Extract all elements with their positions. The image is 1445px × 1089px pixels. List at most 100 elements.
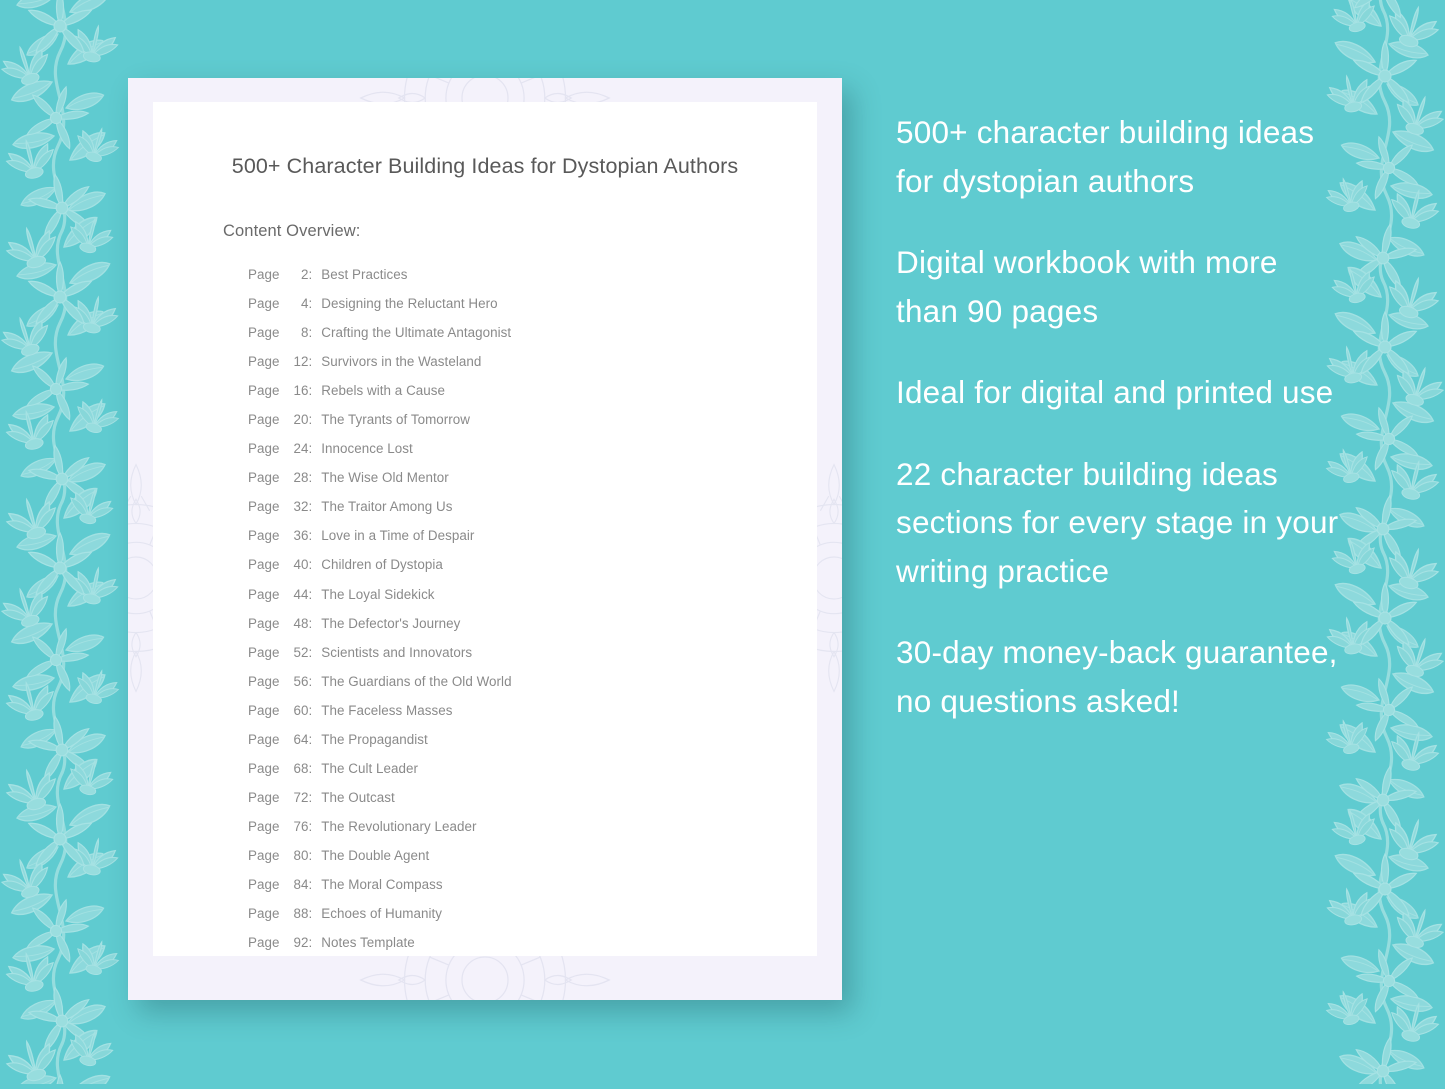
toc-page-number: 52 bbox=[293, 644, 309, 660]
toc-colon: : bbox=[308, 702, 313, 718]
toc-page-number: 56 bbox=[293, 673, 309, 689]
toc-colon: : bbox=[308, 731, 313, 747]
toc-entry-title: Children of Dystopia bbox=[321, 557, 443, 573]
toc-page-number: 2 bbox=[300, 267, 309, 282]
toc-page-word: Page bbox=[248, 383, 280, 399]
toc-colon: : bbox=[308, 470, 313, 486]
toc-entry-title: The Traitor Among Us bbox=[321, 499, 453, 515]
toc-page-word: Page bbox=[248, 354, 280, 370]
toc-colon: : bbox=[308, 935, 313, 951]
toc-colon: : bbox=[308, 906, 313, 922]
toc-entry: Page 20: The Tyrants of Tomorrow bbox=[248, 405, 817, 434]
toc-entry: Page 16: Rebels with a Cause bbox=[248, 376, 817, 405]
toc-page-word: Page bbox=[248, 615, 280, 631]
toc-page-number: 44 bbox=[293, 586, 309, 602]
table-of-contents: Page 2: Best Practices Page 4: Designing the … bbox=[153, 241, 817, 956]
toc-colon: : bbox=[308, 673, 313, 689]
toc-page-word: Page bbox=[248, 470, 280, 486]
toc-entry-title: Echoes of Humanity bbox=[321, 906, 442, 922]
toc-page-word: Page bbox=[248, 267, 280, 282]
toc-entry-title: Scientists and Innovators bbox=[321, 644, 473, 660]
toc-entry: Page 52: Scientists and Innovators bbox=[248, 638, 817, 667]
toc-entry-title: Innocence Lost bbox=[321, 441, 413, 457]
toc-entry-title: Notes Template bbox=[321, 935, 415, 951]
toc-colon: : bbox=[308, 528, 313, 544]
toc-entry: Page 60: The Faceless Masses bbox=[248, 696, 817, 725]
toc-entry-title: Best Practices bbox=[321, 267, 408, 282]
toc-entry: Page 56: The Guardians of the Old World bbox=[248, 667, 817, 696]
toc-page-word: Page bbox=[248, 935, 280, 951]
floral-vine-border-left bbox=[0, 0, 130, 1084]
toc-colon: : bbox=[308, 847, 313, 863]
toc-entry: Page 8: Crafting the Ultimate Antagonist bbox=[248, 318, 817, 347]
toc-page-number: 80 bbox=[293, 847, 309, 863]
toc-page-word: Page bbox=[248, 818, 280, 834]
toc-colon: : bbox=[308, 296, 313, 312]
promo-item: 500+ character building ideas for dystop… bbox=[896, 114, 1315, 199]
toc-page-word: Page bbox=[248, 528, 280, 544]
toc-entry: Page 84: The Moral Compass bbox=[248, 870, 817, 899]
toc-colon: : bbox=[308, 325, 313, 341]
toc-entry-title: Designing the Reluctant Hero bbox=[321, 296, 498, 312]
toc-entry-title: The Double Agent bbox=[321, 847, 430, 863]
toc-entry-title: Love in a Time of Despair bbox=[321, 528, 475, 544]
toc-page-number: 48 bbox=[293, 615, 309, 631]
toc-entry-title: The Guardians of the Old World bbox=[321, 673, 512, 689]
promo-item: Ideal for digital and printed use bbox=[896, 374, 1334, 410]
toc-colon: : bbox=[308, 412, 313, 428]
toc-colon: : bbox=[308, 644, 313, 660]
toc-entry: Page 88: Echoes of Humanity bbox=[248, 899, 817, 928]
toc-entry: Page 28: The Wise Old Mentor bbox=[248, 463, 817, 492]
toc-colon: : bbox=[308, 383, 313, 399]
toc-page-word: Page bbox=[248, 760, 280, 776]
toc-page-number: 92 bbox=[293, 935, 309, 951]
toc-page-word: Page bbox=[248, 325, 280, 341]
toc-page-word: Page bbox=[248, 789, 280, 805]
toc-page-number: 64 bbox=[293, 731, 309, 747]
toc-page-number: 24 bbox=[293, 441, 309, 457]
toc-entry-title: Crafting the Ultimate Antagonist bbox=[321, 325, 512, 341]
toc-entry-title: The Propagandist bbox=[321, 731, 428, 747]
toc-colon: : bbox=[308, 818, 313, 834]
toc-entry-title: The Faceless Masses bbox=[321, 702, 453, 718]
toc-entry: Page 12: Survivors in the Wasteland bbox=[248, 347, 817, 376]
toc-colon: : bbox=[308, 760, 313, 776]
toc-entry: Page 24: Innocence Lost bbox=[248, 434, 817, 463]
toc-page-word: Page bbox=[248, 296, 280, 312]
toc-entry: Page 48: The Defector's Journey bbox=[248, 609, 817, 638]
toc-entry-title: The Outcast bbox=[321, 789, 395, 805]
toc-entry: Page 80: The Double Agent bbox=[248, 841, 817, 870]
toc-colon: : bbox=[308, 557, 313, 573]
toc-page-word: Page bbox=[248, 847, 280, 863]
toc-page-number: 20 bbox=[293, 412, 309, 428]
toc-page-word: Page bbox=[248, 673, 280, 689]
document-preview-card[interactable]: 500+ Character Building Ideas for Dystop… bbox=[128, 78, 842, 1000]
toc-page-number: 84 bbox=[293, 876, 309, 892]
toc-entry: Page 36: Love in a Time of Despair bbox=[248, 521, 817, 550]
toc-entry-title: The Cult Leader bbox=[321, 760, 419, 776]
promo-item: 30-day money-back guarantee, no question… bbox=[896, 634, 1338, 719]
toc-colon: : bbox=[308, 441, 313, 457]
promo-feature-list: 500+ character building ideas for dystop… bbox=[896, 108, 1348, 725]
toc-page-number: 36 bbox=[293, 528, 309, 544]
toc-entry: Page 44: The Loyal Sidekick bbox=[248, 580, 817, 609]
promo-item: 22 character building ideas sections for… bbox=[896, 455, 1339, 589]
toc-page-word: Page bbox=[248, 702, 280, 718]
toc-entry-title: Rebels with a Cause bbox=[321, 383, 446, 399]
document-page: 500+ Character Building Ideas for Dystop… bbox=[153, 102, 817, 956]
toc-page-number: 16 bbox=[293, 383, 309, 399]
toc-page-number: 88 bbox=[293, 906, 309, 922]
toc-page-word: Page bbox=[248, 586, 280, 602]
toc-page-word: Page bbox=[248, 876, 280, 892]
toc-page-number: 60 bbox=[293, 702, 309, 718]
toc-page-number: 76 bbox=[293, 818, 309, 834]
toc-page-number: 32 bbox=[293, 499, 309, 515]
toc-page-word: Page bbox=[248, 441, 280, 457]
toc-page-word: Page bbox=[248, 412, 280, 428]
toc-page-number: 28 bbox=[293, 470, 309, 486]
toc-entry: Page 68: The Cult Leader bbox=[248, 754, 817, 783]
toc-entry: Page 64: The Propagandist bbox=[248, 725, 817, 754]
toc-entry-title: The Moral Compass bbox=[321, 876, 443, 892]
toc-entry-title: The Revolutionary Leader bbox=[321, 818, 477, 834]
toc-entry: Page 32: The Traitor Among Us bbox=[248, 492, 817, 521]
